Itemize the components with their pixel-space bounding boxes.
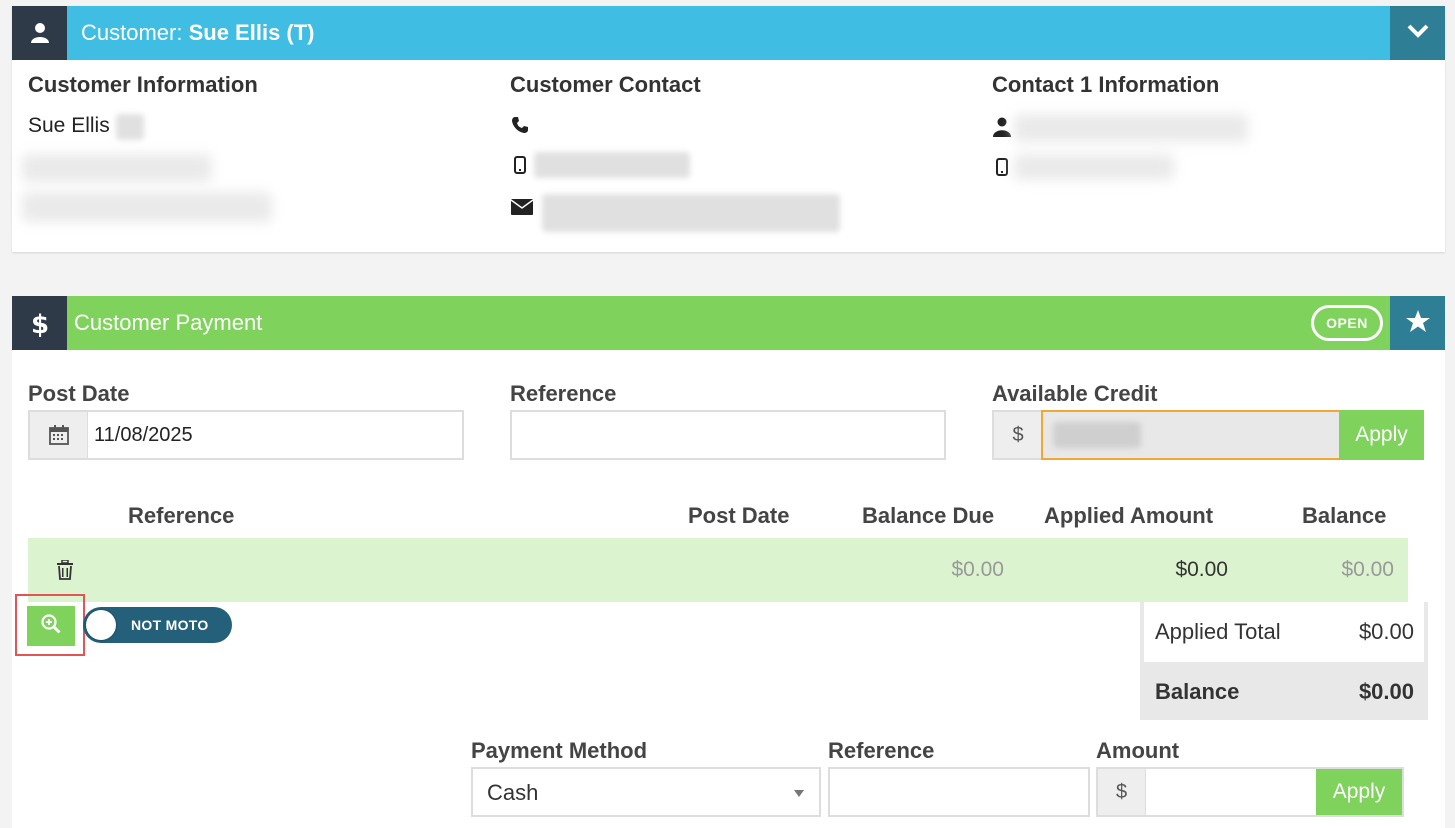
row-balance: $0.00 [1341,558,1394,581]
customer-info-section: Customer Information [28,72,258,98]
customer-panel-header[interactable]: Customer: Sue Ellis (T) [12,6,1445,60]
dollar-icon: $ [12,296,67,350]
customer-info-name: Sue Ellis [28,114,110,137]
available-credit-label: Available Credit [992,381,1158,406]
amount-field: $ Apply [1096,767,1404,817]
apply-credit-button[interactable]: Apply [1339,410,1424,460]
customer-contact-title: Customer Contact [510,72,701,97]
moto-toggle-label: NOT MOTO [131,617,209,633]
post-date-value: 11/08/2025 [94,423,193,446]
customer-panel-title: Customer: Sue Ellis (T) [81,6,315,60]
redacted-block [116,114,144,140]
collapse-button[interactable] [1390,6,1445,60]
customer-info-title: Customer Information [28,72,258,97]
toggle-knob [86,610,116,640]
phone-icon [510,114,530,136]
col-header-balance-due: Balance Due [862,503,995,528]
mobile-icon [992,156,1012,178]
table-row: $0.00 $0.00 $0.00 [28,538,1408,602]
customer-name: Sue Ellis (T) [188,20,315,45]
user-icon [992,116,1012,138]
reference-input[interactable] [510,410,946,460]
currency-addon: $ [992,410,1042,460]
envelope-icon [510,196,534,218]
trash-icon[interactable] [56,538,74,602]
redacted-block [1014,154,1174,180]
mobile-icon [510,154,530,176]
totals-box: Applied Total $0.00 Balance $0.00 [1140,602,1428,720]
user-icon [12,6,67,60]
chevron-down-icon [1407,24,1429,43]
col-header-reference: Reference [128,503,235,528]
reference-label: Reference [510,381,617,406]
balance-label: Balance [1155,679,1240,704]
col-header-balance: Balance [1302,503,1387,528]
method-reference-input[interactable] [828,767,1090,817]
contact1-title: Contact 1 Information [992,72,1220,97]
zoom-button-highlight [15,594,85,656]
row-balance-due: $0.00 [951,558,1004,581]
customer-label: Customer: [81,20,189,45]
redacted-block [1014,114,1248,142]
zoom-button[interactable] [27,606,75,646]
payment-panel: $ Customer Payment OPEN Post Date 11/08/… [12,296,1445,828]
moto-toggle[interactable]: NOT MOTO [83,607,232,643]
post-date-label: Post Date [28,381,130,406]
redacted-block [534,152,690,178]
payment-panel-header: $ Customer Payment OPEN [12,296,1445,350]
zoom-in-icon [41,613,61,639]
chevron-down-icon [794,790,804,797]
calendar-icon[interactable] [30,412,88,458]
contact1-section: Contact 1 Information [992,72,1219,98]
status-badge: OPEN [1311,305,1383,341]
applied-total-value: $0.00 [1358,619,1414,644]
applied-total-row: Applied Total $0.00 [1144,602,1424,662]
post-date-field[interactable]: 11/08/2025 [28,410,464,460]
currency-addon: $ [1098,769,1146,815]
customer-contact-section: Customer Contact [510,72,701,98]
available-credit-field: $ Apply [992,410,1424,460]
available-credit-input[interactable] [1041,410,1341,460]
payment-method-select[interactable]: Cash [471,767,821,817]
balance-row: Balance $0.00 [1144,662,1424,720]
svg-text:$: $ [31,310,49,338]
payment-panel-title: Customer Payment [74,310,263,335]
redacted-block [22,192,272,222]
favorite-button[interactable] [1390,296,1445,350]
method-reference-label: Reference [828,738,935,763]
redacted-block [542,194,840,232]
amount-input[interactable] [1146,769,1316,815]
balance-value: $0.00 [1358,679,1414,704]
payment-method-label: Payment Method [471,738,648,763]
amount-label: Amount [1096,738,1180,763]
row-applied-amount[interactable]: $0.00 [1175,538,1228,602]
col-header-post-date: Post Date [688,503,790,528]
redacted-block [22,154,212,182]
redacted-block [1053,422,1141,448]
star-icon [1405,309,1430,337]
apply-amount-button[interactable]: Apply [1316,769,1402,815]
customer-panel: Customer: Sue Ellis (T) Customer Informa… [12,6,1445,252]
col-header-applied-amount: Applied Amount [1044,503,1214,528]
applied-total-label: Applied Total [1155,619,1281,644]
